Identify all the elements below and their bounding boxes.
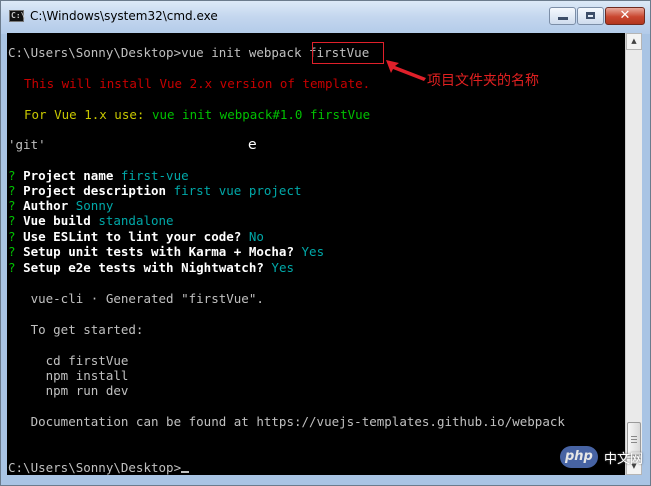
question-label: Vue build [23,213,99,228]
window-title: C:\Windows\system32\cmd.exe [30,9,218,23]
question-answer: No [248,229,264,244]
minimize-icon [558,17,568,20]
maximize-icon [586,12,595,19]
project-name-highlight-box [312,42,384,64]
question-label: Project description [23,183,174,198]
git-text: 'git' [8,137,46,152]
git-line: 'git' [8,137,46,152]
question-mark: ? [8,260,24,275]
question-line: ? Project description first vue project [8,183,302,198]
prompt-text: C:\Users\Sonny\Desktop> [8,45,182,60]
arrow-up-icon: ▲ [631,37,637,45]
annotation-arrow-icon [386,60,426,81]
question-label: Setup e2e tests with Nightwatch? [23,260,272,275]
question-mark: ? [8,229,24,244]
version-warning: This will install Vue 2.x version of tem… [24,76,370,91]
step-line: npm install [8,368,129,383]
question-line: ? Setup e2e tests with Nightwatch? Yes [8,260,294,275]
question-mark: ? [8,244,24,259]
final-prompt-line: C:\Users\Sonny\Desktop> [8,460,190,475]
text-cursor [181,471,190,473]
question-mark: ? [8,183,24,198]
question-line: ? Vue build standalone [8,213,174,228]
maximize-button[interactable] [577,7,604,25]
question-label: Use ESLint to lint your code? [23,229,249,244]
console-output[interactable]: C:\Users\Sonny\Desktop>vue init webpack … [7,33,625,475]
minimize-button[interactable] [549,7,576,25]
question-label: Project name [23,168,121,183]
watermark: php 中文网 [560,446,646,472]
question-answer: standalone [98,213,174,228]
question-mark: ? [8,198,24,213]
vertical-scrollbar[interactable]: ▲ ▼ [625,33,642,475]
vue1-hint-command: vue init webpack#1.0 firstVue [151,107,371,122]
question-answer: Yes [301,244,325,259]
vue1-hint-label: For Vue 1.x use: [24,107,152,122]
version-warning-text: This will install Vue 2.x version of tem… [24,76,371,91]
question-answer: first-vue [120,168,189,183]
cmd-icon-glyph: C:\ [11,11,26,20]
title-bar[interactable]: C:\ C:\Windows\system32\cmd.exe ✕ [1,1,650,34]
command-text: vue init webpack [181,45,310,60]
question-label: Setup unit tests with Karma + Mocha? [23,244,302,259]
get-started-line: To get started: [8,322,144,337]
question-mark: ? [8,168,24,183]
question-answer: Sonny [75,198,114,213]
generated-line: vue-cli · Generated "firstVue". [8,291,264,306]
question-label: Author [23,198,76,213]
scroll-up-button[interactable]: ▲ [626,33,642,50]
step-line: npm run dev [8,383,129,398]
question-line: ? Author Sonny [8,198,113,213]
watermark-badge: php [560,446,598,468]
documentation-line: Documentation can be found at https://vu… [8,414,565,429]
question-line: ? Project name first-vue [8,168,189,183]
watermark-text: 中文网 [604,452,644,467]
annotation-label: 项目文件夹的名称 [427,73,539,89]
question-line: ? Setup unit tests with Karma + Mocha? Y… [8,244,324,259]
question-answer: first vue project [173,183,302,198]
close-icon: ✕ [619,8,631,23]
step-line: cd firstVue [8,353,129,368]
cmd-app-icon[interactable]: C:\ [9,10,26,22]
close-button[interactable]: ✕ [605,7,645,25]
vue1-hint: For Vue 1.x use: vue init webpack#1.0 fi… [24,107,370,122]
question-line: ? Use ESLint to lint your code? No [8,229,264,244]
final-prompt-text: C:\Users\Sonny\Desktop> [8,460,182,475]
stray-character: e [248,137,257,153]
question-mark: ? [8,213,24,228]
question-answer: Yes [271,260,294,275]
